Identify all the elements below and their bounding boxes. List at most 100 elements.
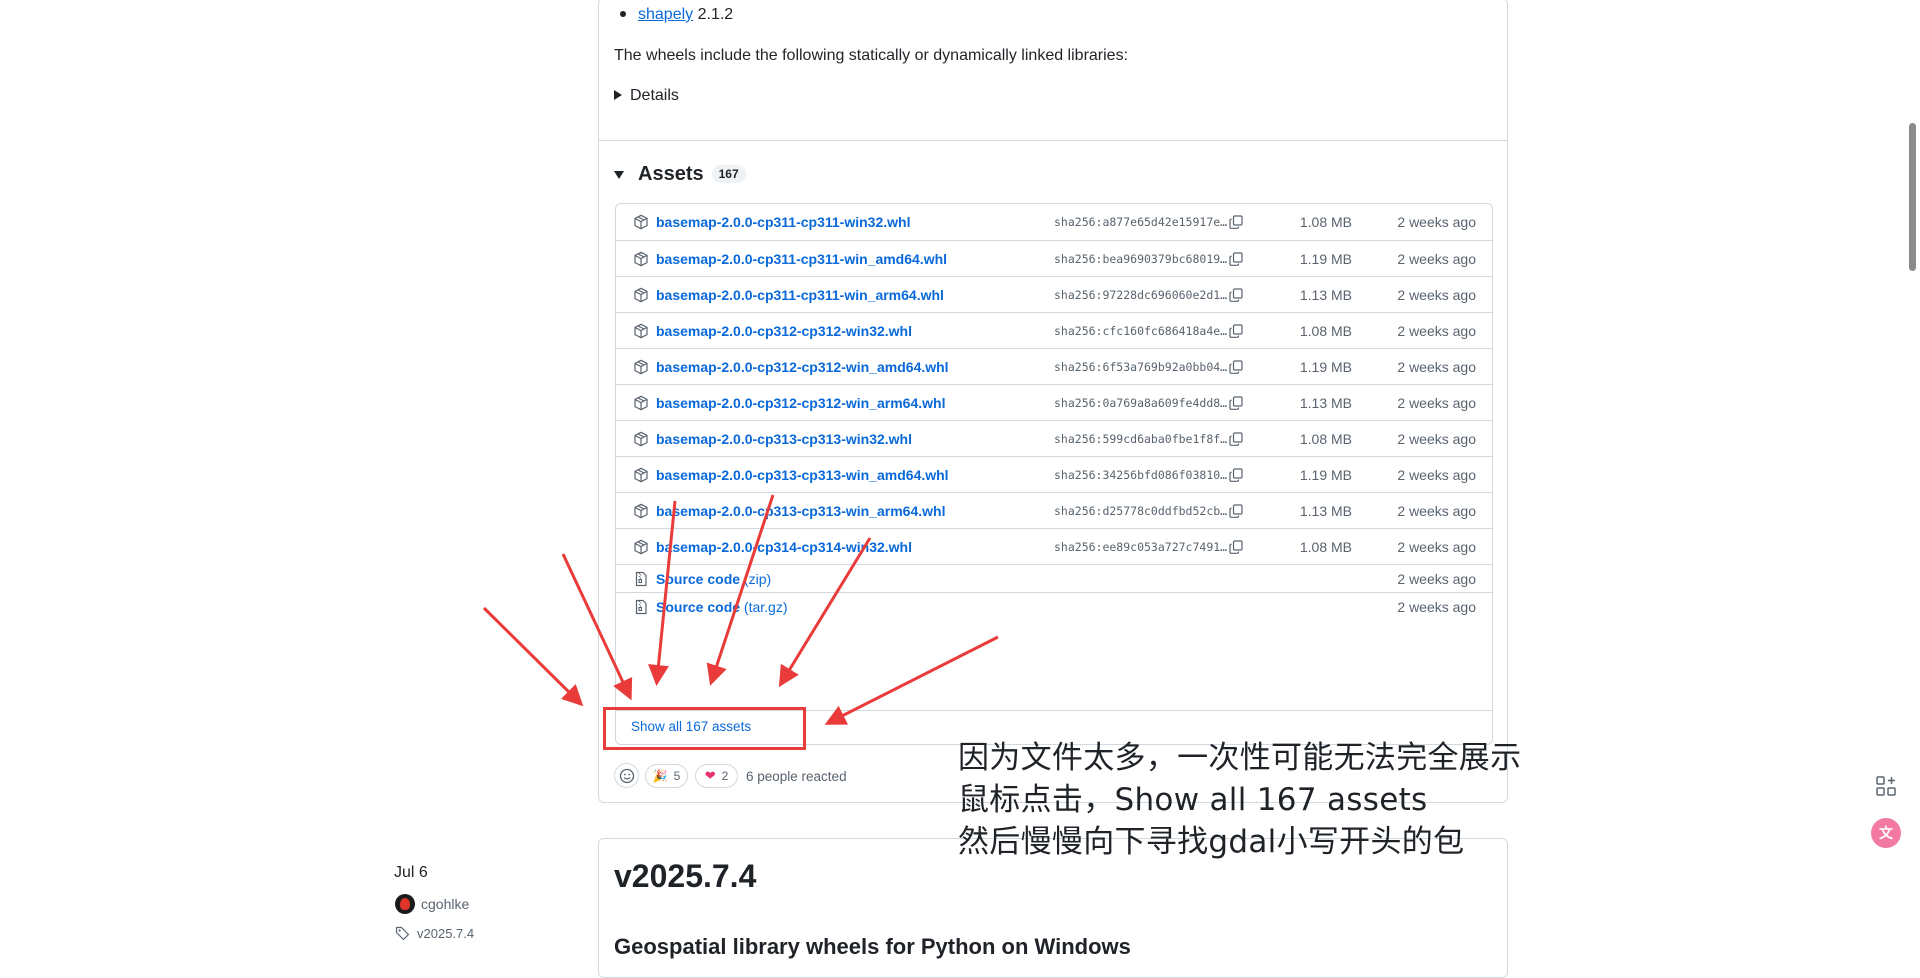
release-title[interactable]: v2025.7.4 <box>614 858 756 895</box>
party-count: 5 <box>673 769 681 783</box>
divider <box>598 140 1508 141</box>
copy-icon[interactable] <box>1228 323 1244 339</box>
details-toggle[interactable]: Details <box>614 87 679 105</box>
asset-date: 2 weeks ago <box>1397 286 1476 303</box>
asset-date: 2 weeks ago <box>1397 502 1476 519</box>
asset-link[interactable]: basemap-2.0.0-cp313-cp313-win32.whl <box>656 431 912 447</box>
add-reaction-button[interactable] <box>614 763 639 788</box>
reaction-heart-button[interactable]: ❤ 2 <box>695 764 738 788</box>
asset-size: 1.08 MB <box>1299 430 1352 447</box>
asset-sha256: sha256:cfc160fc686418a4e… <box>1054 323 1228 338</box>
dependency-item: shapely 2.1.2 <box>620 6 733 24</box>
source-code-format: (tar.gz) <box>743 598 788 615</box>
reaction-party-button[interactable]: 🎉 5 <box>645 764 688 788</box>
copy-icon[interactable] <box>1228 431 1244 447</box>
asset-size: 1.08 MB <box>1299 538 1352 555</box>
asset-row: basemap-2.0.0-cp311-cp311-win_amd64.whl s… <box>616 240 1492 276</box>
asset-link[interactable]: basemap-2.0.0-cp314-cp314-win32.whl <box>656 539 912 555</box>
highlight-box <box>603 707 806 750</box>
reactions-summary: 6 people reacted <box>746 769 847 784</box>
release-tag-link[interactable]: v2025.7.4 <box>395 925 474 941</box>
apps-grid-button[interactable] <box>1874 774 1898 798</box>
libraries-text: The wheels include the following statica… <box>614 47 1129 64</box>
asset-link[interactable]: basemap-2.0.0-cp312-cp312-win_amd64.whl <box>656 359 949 375</box>
translate-button[interactable]: 文 <box>1871 818 1901 848</box>
package-icon <box>634 467 648 482</box>
assets-toggle[interactable]: Assets 167 <box>614 160 746 188</box>
asset-sha256: sha256:599cd6aba0fbe1f8f… <box>1054 431 1228 446</box>
avatar <box>395 894 415 914</box>
asset-link[interactable]: basemap-2.0.0-cp313-cp313-win_arm64.whl <box>656 503 945 519</box>
shapely-version: 2.1.2 <box>693 6 734 23</box>
asset-link[interactable]: basemap-2.0.0-cp312-cp312-win32.whl <box>656 323 912 339</box>
copy-icon[interactable] <box>1228 467 1244 483</box>
package-icon <box>634 395 648 410</box>
asset-size: 1.13 MB <box>1299 502 1352 519</box>
release-author-link[interactable]: cgohlke <box>395 894 469 914</box>
source-code-label: Source code <box>656 598 741 615</box>
copy-icon[interactable] <box>1228 359 1244 375</box>
copy-icon[interactable] <box>1228 287 1244 303</box>
asset-link[interactable]: basemap-2.0.0-cp311-cp311-win32.whl <box>656 214 910 230</box>
package-icon <box>634 323 648 338</box>
asset-size: 1.19 MB <box>1299 250 1352 267</box>
asset-date: 2 weeks ago <box>1397 358 1476 375</box>
asset-date: 2 weeks ago <box>1397 570 1476 587</box>
asset-size: 1.13 MB <box>1299 394 1352 411</box>
asset-row: basemap-2.0.0-cp311-cp311-win_arm64.whl s… <box>616 276 1492 312</box>
shapely-link[interactable]: shapely <box>638 6 693 23</box>
release-date: Jul 6 <box>394 864 428 881</box>
tag-icon <box>395 926 410 941</box>
package-icon <box>634 214 648 230</box>
asset-sha256: sha256:34256bfd086f03810… <box>1054 467 1228 482</box>
asset-row: basemap-2.0.0-cp311-cp311-win32.whl sha25… <box>616 204 1492 240</box>
copy-icon[interactable] <box>1228 395 1244 411</box>
asset-size: 1.08 MB <box>1299 322 1352 339</box>
party-icon: 🎉 <box>652 769 668 783</box>
source-row: Source code (zip) 2 weeks ago <box>616 564 1492 592</box>
copy-icon[interactable] <box>1228 251 1244 267</box>
asset-sha256: sha256:ee89c053a727c7491… <box>1054 539 1228 554</box>
asset-date: 2 weeks ago <box>1397 598 1476 615</box>
annotation-line-2: 鼠标点击，Show all 167 assets <box>958 782 1428 818</box>
asset-row: basemap-2.0.0-cp312-cp312-win_amd64.whl s… <box>616 348 1492 384</box>
asset-size: 1.19 MB <box>1299 466 1352 483</box>
grid-icon <box>1876 776 1896 796</box>
assets-count-badge: 167 <box>711 165 746 183</box>
package-icon <box>634 359 648 374</box>
caret-down-icon <box>614 171 624 179</box>
asset-size: 1.08 MB <box>1299 214 1352 230</box>
heart-count: 2 <box>721 769 729 783</box>
asset-row: basemap-2.0.0-cp313-cp313-win32.whl sha25… <box>616 420 1492 456</box>
smiley-icon <box>619 768 634 783</box>
heart-icon: ❤ <box>704 768 716 783</box>
asset-date: 2 weeks ago <box>1397 394 1476 411</box>
package-icon <box>634 539 648 554</box>
file-zip-icon <box>635 571 647 586</box>
copy-icon[interactable] <box>1228 214 1244 230</box>
asset-date: 2 weeks ago <box>1397 250 1476 267</box>
file-zip-icon <box>635 599 647 614</box>
asset-date: 2 weeks ago <box>1397 466 1476 483</box>
package-icon <box>634 251 648 266</box>
copy-icon[interactable] <box>1228 539 1244 555</box>
annotation-line-3: 然后慢慢向下寻找gdal小写开头的包 <box>958 824 1465 860</box>
asset-date: 2 weeks ago <box>1397 322 1476 339</box>
asset-row: basemap-2.0.0-cp313-cp313-win_arm64.whl s… <box>616 492 1492 528</box>
package-icon <box>634 431 648 446</box>
asset-date: 2 weeks ago <box>1397 538 1476 555</box>
bullet-dot <box>620 10 626 17</box>
source-code-label: Source code <box>656 570 741 587</box>
asset-link[interactable]: basemap-2.0.0-cp311-cp311-win_arm64.whl <box>656 287 944 303</box>
asset-link[interactable]: basemap-2.0.0-cp312-cp312-win_arm64.whl <box>656 395 945 411</box>
author-name: cgohlke <box>421 896 470 912</box>
source-code-format: (zip) <box>743 570 772 587</box>
asset-link[interactable]: basemap-2.0.0-cp313-cp313-win_amd64.whl <box>656 467 949 483</box>
source-code-link[interactable]: Source code (tar.gz) <box>656 599 788 615</box>
source-code-link[interactable]: Source code (zip) <box>656 571 771 587</box>
asset-sha256: sha256:6f53a769b92a0bb04… <box>1054 359 1228 374</box>
annotation-line-1: 因为文件太多，一次性可能无法完全展示 <box>958 740 1522 776</box>
scrollbar-thumb[interactable] <box>1909 123 1916 271</box>
asset-link[interactable]: basemap-2.0.0-cp311-cp311-win_amd64.whl <box>656 251 947 267</box>
copy-icon[interactable] <box>1228 503 1244 519</box>
